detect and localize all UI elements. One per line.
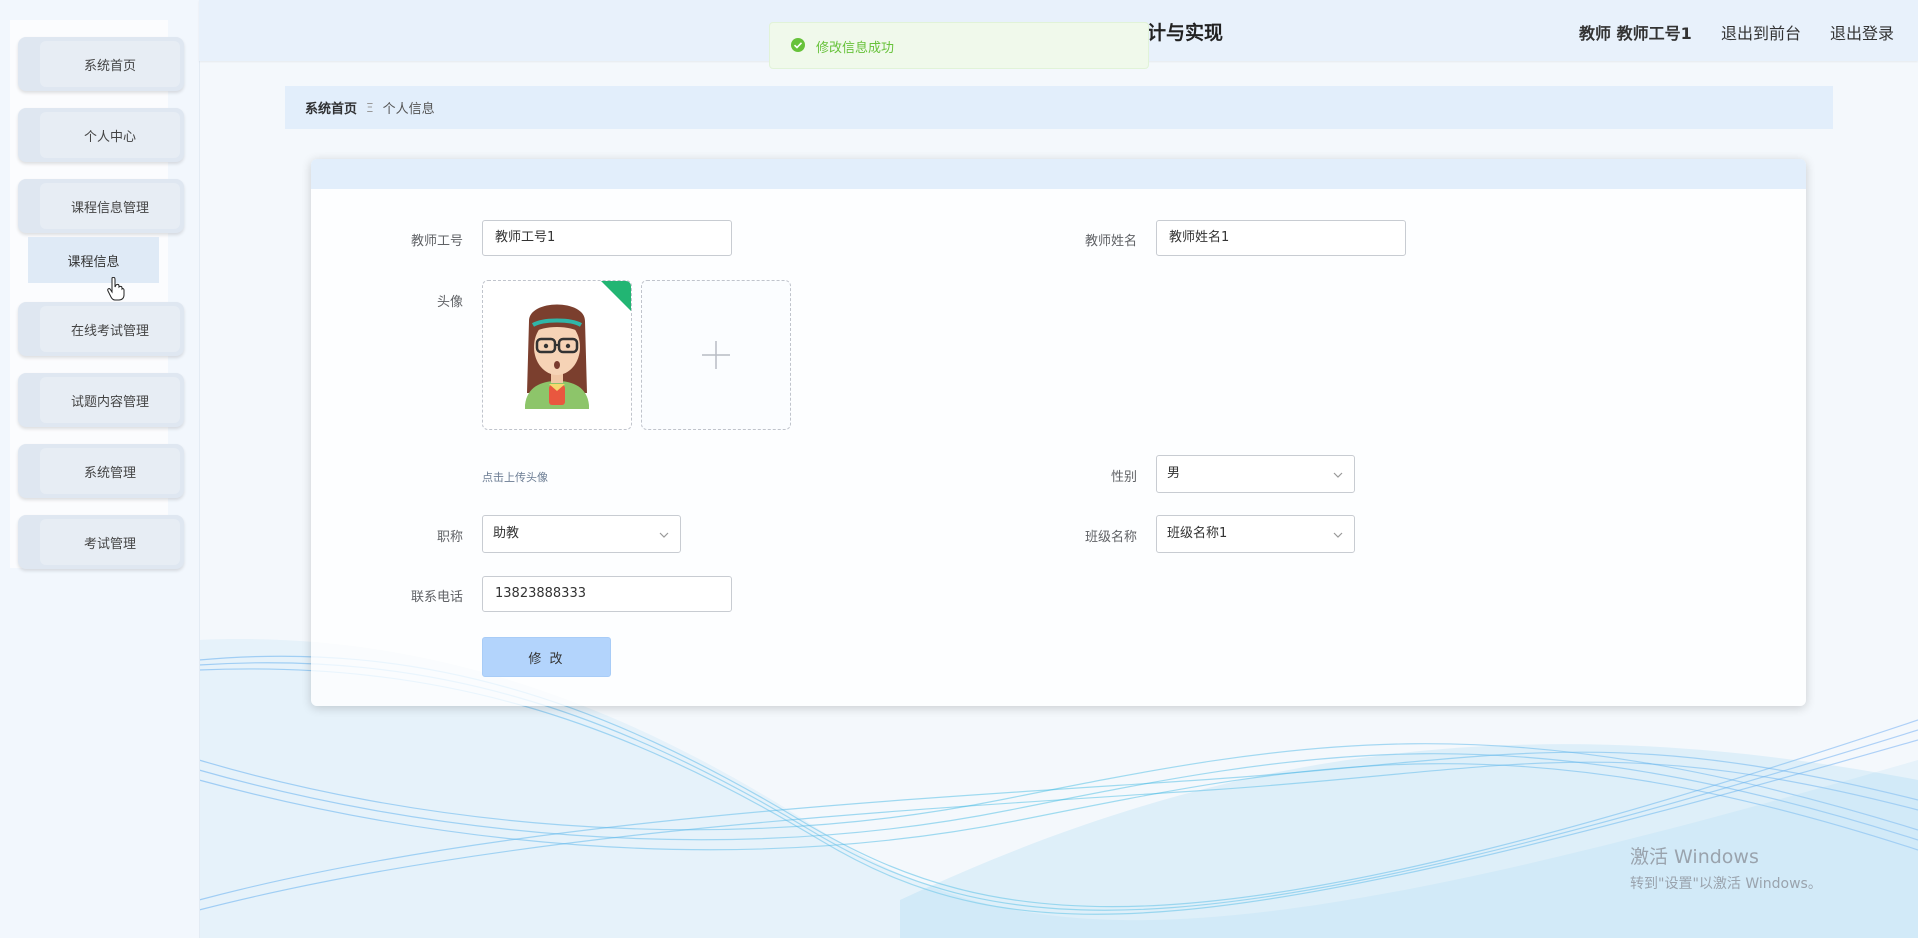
- sidebar-item-personal-center[interactable]: 个人中心: [18, 108, 184, 162]
- toast-message: 修改信息成功: [816, 41, 895, 56]
- windows-activation-watermark: 激活 Windows 转到"设置"以激活 Windows。: [1630, 842, 1822, 893]
- exit-to-front-link[interactable]: 退出到前台: [1721, 20, 1801, 44]
- sidebar-item-home[interactable]: 系统首页: [18, 37, 184, 91]
- sidebar-item-label: 考试管理: [83, 536, 136, 552]
- avatar: [525, 281, 631, 409]
- sidebar: 系统首页 个人中心 课程信息管理 课程信息 在线考试管理 试题内容管理 系统管理…: [0, 0, 200, 938]
- breadcrumb-separator: Ξ: [366, 100, 374, 115]
- user-label: 教师 教师工号1: [1579, 24, 1692, 43]
- avatar-label: 头像: [436, 295, 463, 310]
- sidebar-item-system[interactable]: 系统管理: [18, 444, 184, 498]
- breadcrumb: 系统首页 Ξ 个人信息: [285, 86, 1833, 129]
- chevron-down-icon: [659, 532, 669, 538]
- success-check-icon: [791, 38, 805, 52]
- upload-hint: 点击上传头像: [482, 471, 548, 484]
- sidebar-item-course-management[interactable]: 课程信息管理: [18, 179, 184, 233]
- card-header-bar: [311, 159, 1806, 189]
- title-select[interactable]: 助教: [482, 515, 681, 553]
- sidebar-item-online-exam[interactable]: 在线考试管理: [18, 302, 184, 356]
- hand-cursor-icon: [107, 277, 125, 301]
- sidebar-subitem-course-info[interactable]: 课程信息: [28, 237, 159, 283]
- watermark-subtitle: 转到"设置"以激活 Windows。: [1630, 876, 1822, 892]
- teacher-name-label: 教师姓名: [1084, 234, 1137, 249]
- avatar-upload-button[interactable]: [641, 280, 791, 430]
- class-name-label: 班级名称: [1084, 530, 1137, 545]
- chevron-down-icon: [1333, 472, 1343, 478]
- gender-select[interactable]: 男: [1156, 455, 1355, 493]
- class-name-select[interactable]: 班级名称1: [1156, 515, 1355, 553]
- sidebar-item-label: 个人中心: [83, 129, 136, 145]
- sidebar-item-question-content[interactable]: 试题内容管理: [18, 373, 184, 427]
- avatar-preview[interactable]: [482, 280, 632, 430]
- title-select-value: 助教: [493, 526, 520, 541]
- sidebar-item-label: 试题内容管理: [70, 394, 149, 410]
- class-name-select-value: 班级名称1: [1167, 526, 1228, 541]
- profile-form-card: 教师工号 教师工号1 教师姓名 教师姓名1 头像 点击上传头像 性别 男 职称 …: [311, 159, 1806, 706]
- title-label: 职称: [436, 530, 463, 545]
- sidebar-item-label: 系统首页: [83, 58, 136, 74]
- page-title: 计与实现: [1147, 22, 1224, 44]
- breadcrumb-home[interactable]: 系统首页: [305, 98, 357, 117]
- success-toast: 修改信息成功: [769, 22, 1149, 69]
- modify-button[interactable]: 修 改: [482, 637, 611, 677]
- gender-label: 性别: [1110, 470, 1137, 485]
- phone-field[interactable]: 13823888333: [482, 576, 732, 612]
- watermark-title: 激活 Windows: [1630, 846, 1759, 868]
- teacher-id-field[interactable]: 教师工号1: [482, 220, 732, 256]
- teacher-name-field[interactable]: 教师姓名1: [1156, 220, 1406, 256]
- plus-icon: [702, 341, 730, 369]
- sidebar-item-exam[interactable]: 考试管理: [18, 515, 184, 569]
- sidebar-item-label: 系统管理: [83, 465, 136, 481]
- breadcrumb-current: 个人信息: [382, 102, 435, 117]
- gender-select-value: 男: [1167, 466, 1181, 481]
- chevron-down-icon: [1333, 532, 1343, 538]
- sidebar-item-label: 课程信息管理: [70, 200, 149, 216]
- logout-link[interactable]: 退出登录: [1830, 20, 1894, 44]
- sidebar-item-label: 在线考试管理: [70, 323, 149, 339]
- teacher-id-label: 教师工号: [410, 234, 463, 249]
- phone-label: 联系电话: [410, 590, 463, 605]
